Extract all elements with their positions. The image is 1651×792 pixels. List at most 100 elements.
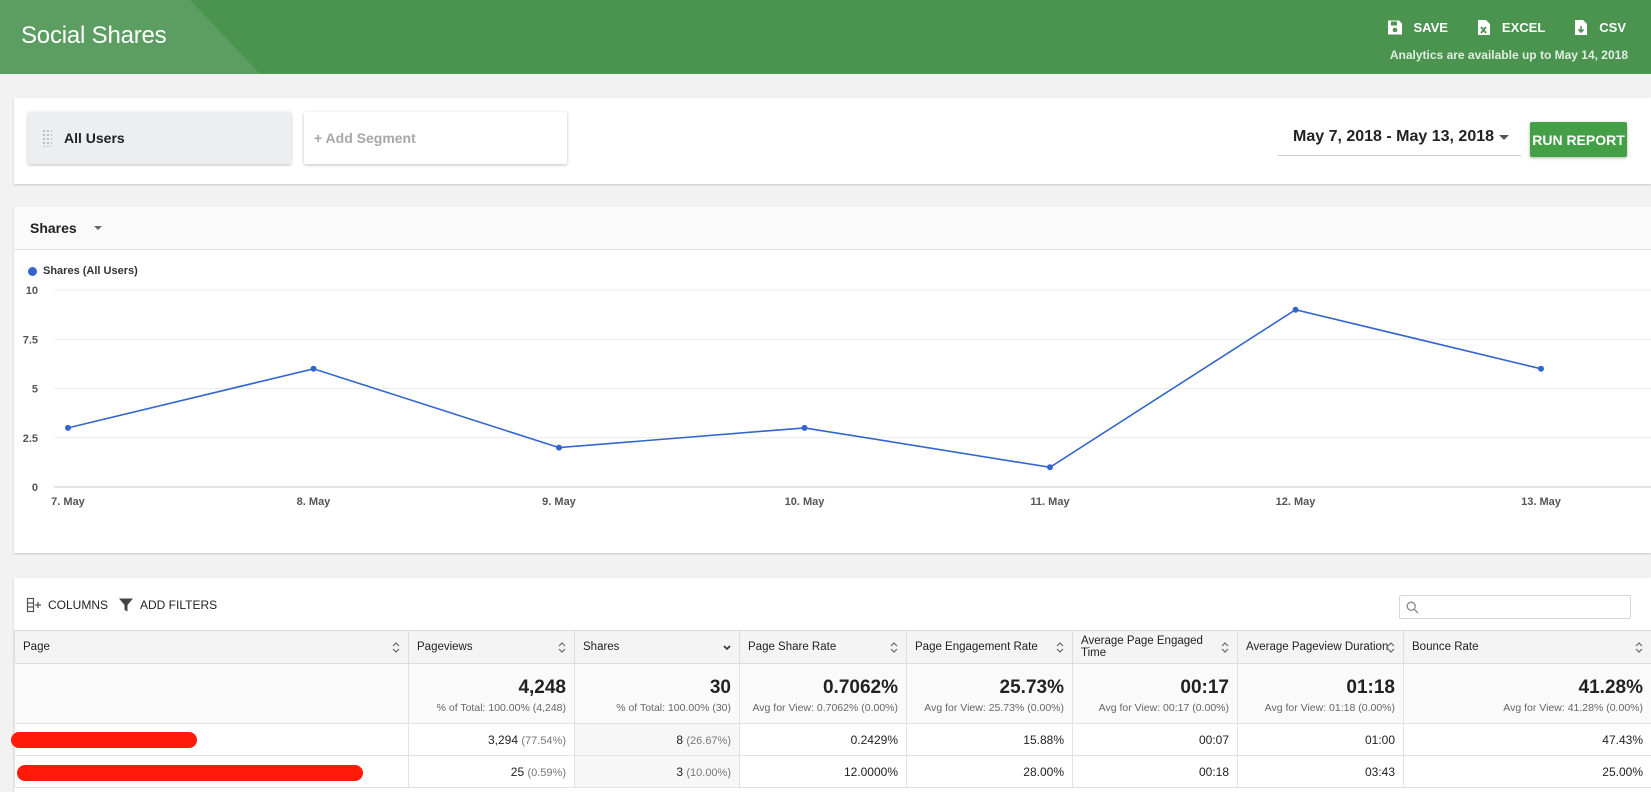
- x-tick-label: 12. May: [1276, 496, 1317, 508]
- search-icon: [1406, 601, 1419, 614]
- total-sub: Avg for View: 41.28% (0.00%): [1503, 702, 1643, 714]
- totals-pageview-duration: 01:18 Avg for View: 01:18 (0.00%): [1237, 663, 1404, 724]
- sort-icon: [1221, 642, 1229, 653]
- cell-percent: (26.67%): [686, 734, 731, 747]
- column-header-average-pageview-duration[interactable]: Average Pageview Duration: [1237, 630, 1404, 664]
- run-report-button[interactable]: RUN REPORT: [1530, 122, 1627, 157]
- totals-share-rate: 0.7062% Avg for View: 0.7062% (0.00%): [739, 663, 907, 724]
- sort-icon: [890, 642, 898, 653]
- table-header-row: Page Pageviews Shares Page Share Rate Pa…: [14, 630, 1651, 664]
- engagement-rate-cell: 28.00%: [906, 755, 1073, 788]
- column-header-shares[interactable]: Shares: [574, 630, 740, 664]
- column-header-bounce-rate[interactable]: Bounce Rate: [1403, 630, 1651, 664]
- redaction-mark: [17, 765, 363, 781]
- data-point: [65, 424, 71, 431]
- y-tick-label: 2.5: [23, 433, 38, 445]
- data-point: [310, 365, 317, 372]
- totals-pageviews: 4,248 % of Total: 100.00% (4,248): [408, 663, 575, 724]
- column-header-pageviews[interactable]: Pageviews: [408, 630, 575, 664]
- chevron-down-icon: [1499, 135, 1509, 140]
- filter-icon: [119, 598, 133, 612]
- date-range-value: May 7, 2018 - May 13, 2018: [1293, 127, 1495, 145]
- report-table-panel: COLUMNS ADD FILTERS Page Pageviews Share…: [11, 578, 1651, 792]
- data-point: [801, 424, 808, 431]
- shares-cell: 8 (26.67%): [574, 723, 740, 756]
- column-header-label: Page Share Rate: [748, 641, 837, 653]
- report-table: Page Pageviews Shares Page Share Rate Pa…: [11, 630, 1651, 788]
- floppy-disk-icon: [1388, 20, 1403, 35]
- add-filters-label: ADD FILTERS: [140, 598, 218, 612]
- column-header-page-engagement-rate[interactable]: Page Engagement Rate: [906, 630, 1073, 664]
- columns-button[interactable]: COLUMNS: [26, 597, 108, 613]
- x-tick-label: 13. May: [1521, 496, 1562, 508]
- columns-icon: [26, 597, 41, 613]
- totals-page-cell: [14, 663, 409, 724]
- search-input[interactable]: [1424, 598, 1624, 616]
- x-tick-label: 11. May: [1030, 496, 1070, 508]
- chart-panel: Shares 0 2.5 5 7.5 10 7. May 8. May 9. May 10. M…: [14, 207, 1651, 553]
- data-point: [556, 444, 562, 451]
- sort-icon: [558, 642, 566, 653]
- y-tick-label: 0: [32, 482, 38, 494]
- sort-icon: [1056, 642, 1064, 653]
- column-header-page-share-rate[interactable]: Page Share Rate: [739, 630, 907, 664]
- add-segment-button[interactable]: + Add Segment: [304, 112, 567, 164]
- table-search[interactable]: [1399, 595, 1631, 619]
- excel-button[interactable]: EXCEL: [1476, 19, 1545, 36]
- cell-value: 3: [676, 764, 684, 779]
- bounce-rate-cell: 25.00%: [1403, 755, 1651, 788]
- total-value: 01:18: [1346, 677, 1395, 698]
- share-rate-cell: 12.0000%: [739, 755, 907, 788]
- y-tick-label: 7.5: [23, 334, 38, 346]
- x-tick-label: 9. May: [542, 496, 577, 508]
- engagement-rate-cell: 15.88%: [906, 723, 1073, 756]
- legend-dot-icon: [28, 266, 37, 276]
- sort-descending-icon: [723, 645, 731, 651]
- csv-file-icon: [1575, 20, 1588, 35]
- data-point: [1538, 365, 1544, 372]
- column-header-label: Page Engagement Rate: [915, 641, 1038, 653]
- total-value: 0.7062%: [822, 677, 898, 698]
- total-value: 41.28%: [1578, 677, 1643, 698]
- availability-note: Analytics are available up to May 14, 20…: [1389, 48, 1628, 62]
- engaged-time-cell: 00:07: [1072, 723, 1238, 756]
- drag-handle-icon[interactable]: [42, 129, 52, 147]
- total-sub: Avg for View: 00:17 (0.00%): [1098, 702, 1229, 714]
- app-header: Social Shares SAVE EXCEL CSV Analytics a…: [0, 0, 1651, 74]
- page-cell[interactable]: [11, 723, 409, 756]
- data-point: [1047, 464, 1053, 471]
- share-rate-cell: 0.2429%: [739, 723, 907, 756]
- sort-icon: [1387, 642, 1395, 653]
- chart-legend[interactable]: Shares (All Users): [28, 265, 138, 277]
- column-header-average-page-engaged-time[interactable]: Average Page Engaged Time: [1072, 630, 1238, 664]
- data-point: [1292, 306, 1299, 313]
- table-row[interactable]: 25 (0.59%) 3 (10.00%) 12.0000% 28.00% 00…: [14, 755, 1651, 788]
- segment-panel: All Users + Add Segment May 7, 2018 - Ma…: [14, 98, 1651, 184]
- csv-button[interactable]: CSV: [1573, 19, 1626, 36]
- page-cell[interactable]: [14, 755, 409, 788]
- excel-file-icon: [1477, 20, 1490, 35]
- total-sub: Avg for View: 0.7062% (0.00%): [752, 702, 898, 714]
- cell-percent: (0.59%): [527, 766, 566, 779]
- csv-label: CSV: [1599, 20, 1626, 35]
- segment-label: All Users: [64, 130, 125, 146]
- column-header-page[interactable]: Page: [14, 630, 409, 664]
- table-row[interactable]: 3,294 (77.54%) 8 (26.67%) 0.2429% 15.88%…: [11, 723, 1651, 756]
- add-filters-button[interactable]: ADD FILTERS: [118, 597, 217, 613]
- page-title: Social Shares: [21, 22, 167, 49]
- x-tick-label: 8. May: [297, 496, 332, 508]
- column-header-label: Shares: [583, 641, 620, 653]
- legend-label: Shares (All Users): [43, 265, 138, 277]
- pageviews-cell: 3,294 (77.54%): [408, 723, 575, 756]
- column-header-label: Page: [23, 641, 50, 653]
- pageview-duration-cell: 01:00: [1237, 723, 1404, 756]
- y-tick-label: 10: [26, 285, 38, 297]
- engaged-time-cell: 00:18: [1072, 755, 1238, 788]
- sort-icon: [392, 642, 400, 653]
- segment-all-users[interactable]: All Users: [28, 112, 291, 164]
- date-range-picker[interactable]: May 7, 2018 - May 13, 2018: [1278, 118, 1521, 156]
- total-value: 30: [709, 677, 731, 698]
- cell-value: 8: [676, 732, 684, 747]
- save-button[interactable]: SAVE: [1387, 19, 1448, 36]
- totals-engagement-rate: 25.73% Avg for View: 25.73% (0.00%): [906, 663, 1073, 724]
